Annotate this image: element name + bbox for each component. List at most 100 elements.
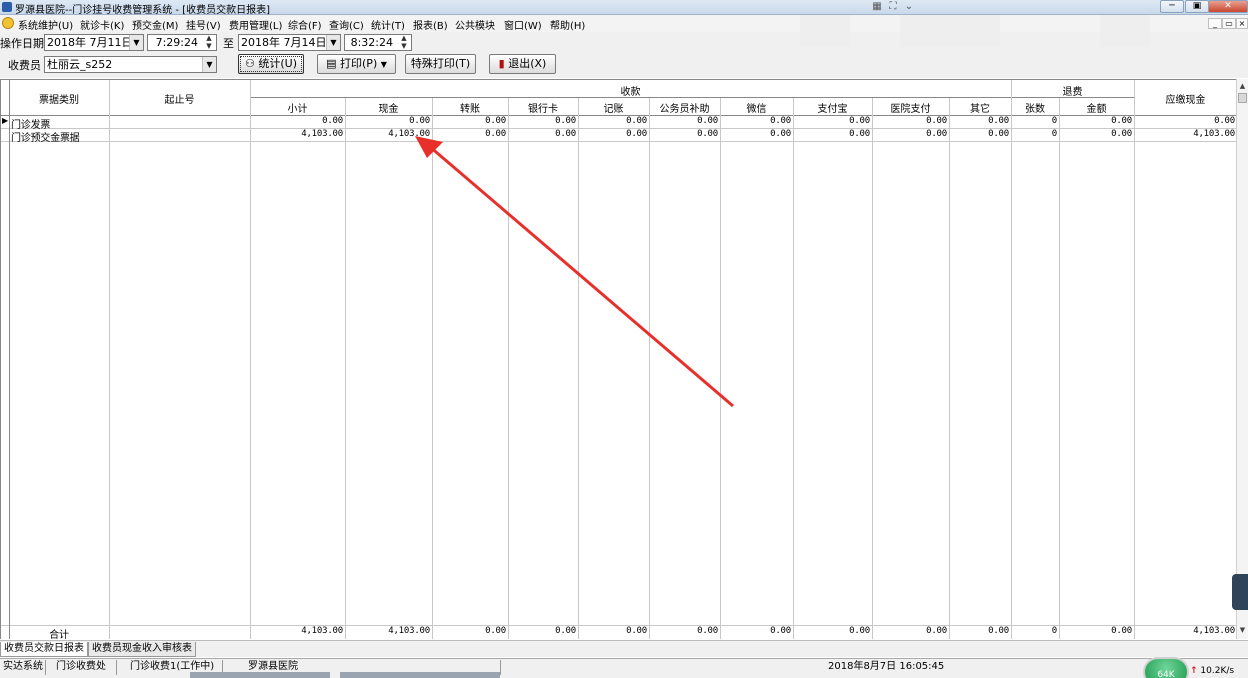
network-speed: ↑ 10.2K/s <box>1190 666 1234 676</box>
cashier-select[interactable]: 杜丽云_s252 ▼ <box>44 56 217 73</box>
start-time-spinner[interactable]: ▲ ▼ <box>203 34 215 51</box>
header-wechat: 微信 <box>746 104 767 115</box>
window-title-bar: 罗源县医院--门诊挂号收费管理系统 - [收费员交款日报表] ▦ ⛶ ⌄ ─ ▣… <box>0 0 1248 16</box>
grid-lines <box>1 80 1236 639</box>
exit-button[interactable]: ▮ 退出(X) <box>489 54 556 74</box>
end-time-value: 8:32:24 <box>350 36 393 49</box>
menu-help[interactable]: 帮助(H) <box>550 17 585 32</box>
filter-toolbar: 操作日期 2018年 7月11日 ▼ 7:29:24 ▲ ▼ 至 2018年 7月… <box>0 15 1248 78</box>
header-refund-count: 张数 <box>1025 104 1045 115</box>
menu-general[interactable]: 综合(F) <box>288 17 322 32</box>
scroll-up-icon[interactable]: ▲ <box>1237 81 1248 92</box>
cell-account: 0.00 <box>626 116 647 126</box>
mdi-restore-button[interactable]: ▭ <box>1222 18 1236 29</box>
cell-other: 0.00 <box>988 129 1009 139</box>
menu-window[interactable]: 窗口(W) <box>504 17 542 32</box>
total-civil-subsidy: 0.00 <box>697 626 718 636</box>
status-system: 实达系统 <box>0 660 46 675</box>
cell-wechat: 0.00 <box>770 129 791 139</box>
restore-button[interactable]: ▣ <box>1185 0 1209 13</box>
cell-payable: 4,103.00 <box>1193 129 1235 139</box>
total-account: 0.00 <box>626 626 647 636</box>
menu-deposit[interactable]: 预交金(M) <box>132 17 178 32</box>
expand-icon[interactable]: ⛶ <box>886 0 900 14</box>
annotation-arrow <box>415 136 734 408</box>
header-alipay: 支付宝 <box>817 104 848 115</box>
menu-bar: 系统维护(U) 就诊卡(K) 预交金(M) 挂号(V) 费用管理(L) 综合(F… <box>0 15 1248 32</box>
cell-alipay: 0.00 <box>849 129 870 139</box>
cell-bank-card: 0.00 <box>555 116 576 126</box>
header-payable-cash: 应缴现金 <box>1165 95 1206 106</box>
side-float-widget[interactable] <box>1232 574 1248 610</box>
cell-wechat: 0.00 <box>770 116 791 126</box>
chevron-down-icon[interactable]: ⌄ <box>902 0 916 14</box>
stats-button-label: 统计(U) <box>258 57 297 70</box>
date-label: 操作日期 <box>0 37 44 50</box>
taskbar-strip <box>190 672 330 678</box>
cell-civil-subsidy: 0.00 <box>697 116 718 126</box>
cell-cash: 0.00 <box>409 116 430 126</box>
menu-registration[interactable]: 挂号(V) <box>186 17 221 32</box>
grid-icon[interactable]: ▦ <box>870 0 884 14</box>
cell-alipay: 0.00 <box>849 116 870 126</box>
menu-card[interactable]: 就诊卡(K) <box>80 17 124 32</box>
chevron-down-icon[interactable]: ▼ <box>326 35 340 50</box>
cell-hospital-pay: 0.00 <box>926 129 947 139</box>
total-payable: 4,103.00 <box>1193 626 1235 636</box>
menu-statistics[interactable]: 统计(T) <box>371 17 405 32</box>
total-bank-card: 0.00 <box>555 626 576 636</box>
end-time-spinner[interactable]: ▲ ▼ <box>398 34 410 51</box>
vertical-scrollbar[interactable]: ▲ ▼ <box>1236 79 1248 639</box>
start-date-value: 2018年 7月11日 <box>47 36 133 49</box>
menu-app-icon[interactable] <box>2 17 14 29</box>
menu-reports[interactable]: 报表(B) <box>413 17 448 32</box>
stats-button[interactable]: ⚇ 统计(U) <box>238 54 304 74</box>
cashier-label: 收费员 <box>8 59 41 72</box>
printer-icon: ▤ <box>326 57 337 70</box>
taskbar-strip <box>340 672 500 678</box>
cell-refund-amount: 0.00 <box>1111 116 1132 126</box>
scroll-down-icon[interactable]: ▼ <box>1237 625 1248 636</box>
cell-subtotal: 4,103.00 <box>301 129 343 139</box>
mdi-close-button[interactable]: × <box>1236 18 1248 29</box>
header-transfer: 转账 <box>460 104 480 115</box>
print-button[interactable]: ▤ 打印(P) ▼ <box>317 54 396 74</box>
tab-cashier-daily-report[interactable]: 收费员交款日报表 <box>0 642 88 657</box>
header-account: 记账 <box>603 104 624 115</box>
minimize-button[interactable]: ─ <box>1160 0 1184 13</box>
cell-refund-count: 0 <box>1051 116 1057 126</box>
header-income-group: 收款 <box>620 87 641 98</box>
blurred-region <box>1100 15 1150 47</box>
network-monitor-ball[interactable]: 64K <box>1143 657 1189 678</box>
scroll-thumb[interactable] <box>1238 93 1247 103</box>
cell-transfer: 0.00 <box>485 116 506 126</box>
status-dept: 门诊收费处 <box>53 660 117 675</box>
special-print-button[interactable]: 特殊打印(T) <box>405 54 476 74</box>
header-subtotal: 小计 <box>287 104 308 115</box>
end-date-picker[interactable]: 2018年 7月14日 ▼ <box>238 34 341 51</box>
menu-query[interactable]: 查询(C) <box>329 17 364 32</box>
mdi-minimize-button[interactable]: _ <box>1208 18 1222 29</box>
header-other: 其它 <box>970 104 990 115</box>
total-cash: 4,103.00 <box>388 626 430 636</box>
app-icon <box>2 2 12 12</box>
total-refund-amount: 0.00 <box>1111 626 1132 636</box>
menu-system-maintenance[interactable]: 系统维护(U) <box>18 17 73 32</box>
cell-payable: 0.00 <box>1214 116 1235 126</box>
row-selector-icon: ▶ <box>2 116 9 125</box>
upload-arrow-icon: ↑ <box>1190 666 1198 676</box>
start-date-picker[interactable]: 2018年 7月11日 ▼ <box>44 34 144 51</box>
total-hospital-pay: 0.00 <box>926 626 947 636</box>
total-other: 0.00 <box>988 626 1009 636</box>
print-button-label: 打印(P) <box>340 57 378 70</box>
header-hospital-pay: 医院支付 <box>890 104 931 115</box>
chevron-down-icon[interactable]: ▼ <box>129 35 143 50</box>
close-button[interactable]: ✕ <box>1208 0 1248 13</box>
menu-fee-management[interactable]: 费用管理(L) <box>229 17 282 32</box>
exit-button-label: 退出(X) <box>508 57 547 70</box>
chevron-down-icon[interactable]: ▼ <box>381 60 387 69</box>
menu-public-module[interactable]: 公共模块 <box>455 17 495 32</box>
tab-cashier-cash-audit[interactable]: 收费员现金收入审核表 <box>88 642 196 657</box>
report-tabs: 收费员交款日报表 收费员现金收入审核表 <box>0 640 1248 657</box>
chevron-down-icon[interactable]: ▼ <box>202 57 216 72</box>
